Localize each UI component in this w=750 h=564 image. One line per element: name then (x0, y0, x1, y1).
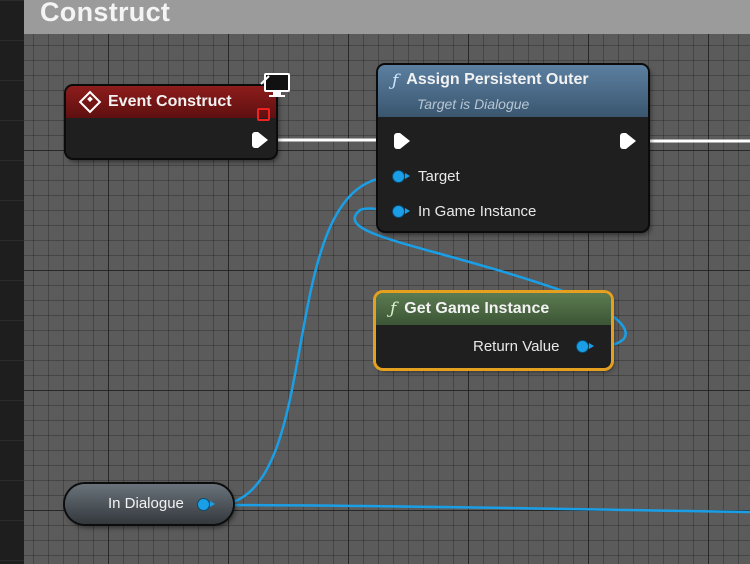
function-f-icon: ƒ (392, 71, 399, 91)
client-monitor-icon (260, 73, 290, 97)
function-f-icon: ƒ (390, 299, 397, 319)
assign-persistent-outer-title: Assign Persistent Outer (406, 71, 589, 88)
return-value-pin-icon[interactable] (577, 341, 594, 352)
in-dialogue-label: In Dialogue (108, 495, 184, 512)
breakpoint-marker-icon (257, 108, 270, 121)
in-dialogue-pin-icon[interactable] (198, 499, 215, 510)
exec-out-pin-icon[interactable] (252, 132, 268, 148)
assign-persistent-outer-node[interactable]: ƒ Assign Persistent Outer Target is Dial… (378, 65, 648, 231)
graph-title: Construct (40, 0, 171, 27)
event-construct-node[interactable]: Event Construct (66, 86, 276, 158)
return-value-pin-label: Return Value (473, 338, 560, 355)
target-pin-label: Target (418, 168, 460, 185)
in-game-instance-pin-icon[interactable] (393, 206, 410, 217)
exec-out-pin-icon[interactable] (620, 133, 636, 149)
get-game-instance-header[interactable]: ƒ Get Game Instance (376, 293, 611, 325)
assign-persistent-outer-header[interactable]: ƒ Assign Persistent Outer Target is Dial… (378, 65, 648, 117)
assign-persistent-outer-subtitle: Target is Dialogue (417, 96, 530, 112)
get-game-instance-node[interactable]: ƒ Get Game Instance Return Value (376, 293, 611, 368)
exec-in-pin-icon[interactable] (394, 133, 410, 149)
target-pin-icon[interactable] (393, 171, 410, 182)
event-diamond-icon (78, 90, 102, 114)
in-dialogue-variable-node[interactable]: In Dialogue (65, 484, 233, 524)
get-game-instance-title: Get Game Instance (404, 300, 550, 317)
event-construct-title: Event Construct (108, 93, 232, 110)
left-panel-edge (0, 0, 24, 564)
event-construct-header[interactable]: Event Construct (66, 86, 276, 121)
in-game-instance-pin-label: In Game Instance (418, 203, 537, 220)
graph-title-bar: Construct (24, 0, 750, 34)
